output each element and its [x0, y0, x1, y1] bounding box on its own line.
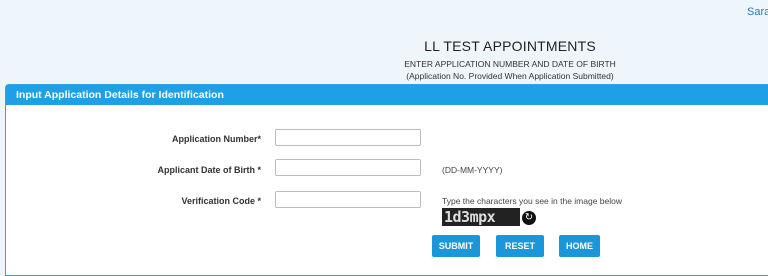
verification-hint: Type the characters you see in the image… — [442, 196, 623, 206]
home-button[interactable]: HOME — [559, 235, 600, 257]
verification-code-label: Verification Code * — [181, 196, 261, 206]
page-subtitle: ENTER APPLICATION NUMBER AND DATE OF BIR… — [404, 59, 616, 69]
verification-code-input[interactable] — [275, 191, 421, 208]
dob-input[interactable] — [275, 159, 421, 176]
identification-panel: Input Application Details for Identifica… — [5, 84, 768, 276]
application-number-label: Application Number* — [171, 134, 261, 144]
captcha-image: 1d3mpx — [442, 208, 520, 226]
page-title: LL TEST APPOINTMENTS — [424, 38, 596, 54]
refresh-icon[interactable]: ↻ — [522, 211, 536, 225]
dob-label: Applicant Date of Birth * — [157, 165, 261, 175]
dob-format-hint: (DD-MM-YYYY) — [442, 165, 503, 175]
reset-button[interactable]: RESET — [496, 235, 544, 257]
submit-button[interactable]: SUBMIT — [432, 235, 480, 257]
page-note: (Application No. Provided When Applicati… — [406, 71, 614, 81]
panel-header: Input Application Details for Identifica… — [6, 85, 768, 105]
application-number-input[interactable] — [275, 129, 421, 146]
top-right-link[interactable]: Sara — [747, 6, 768, 18]
